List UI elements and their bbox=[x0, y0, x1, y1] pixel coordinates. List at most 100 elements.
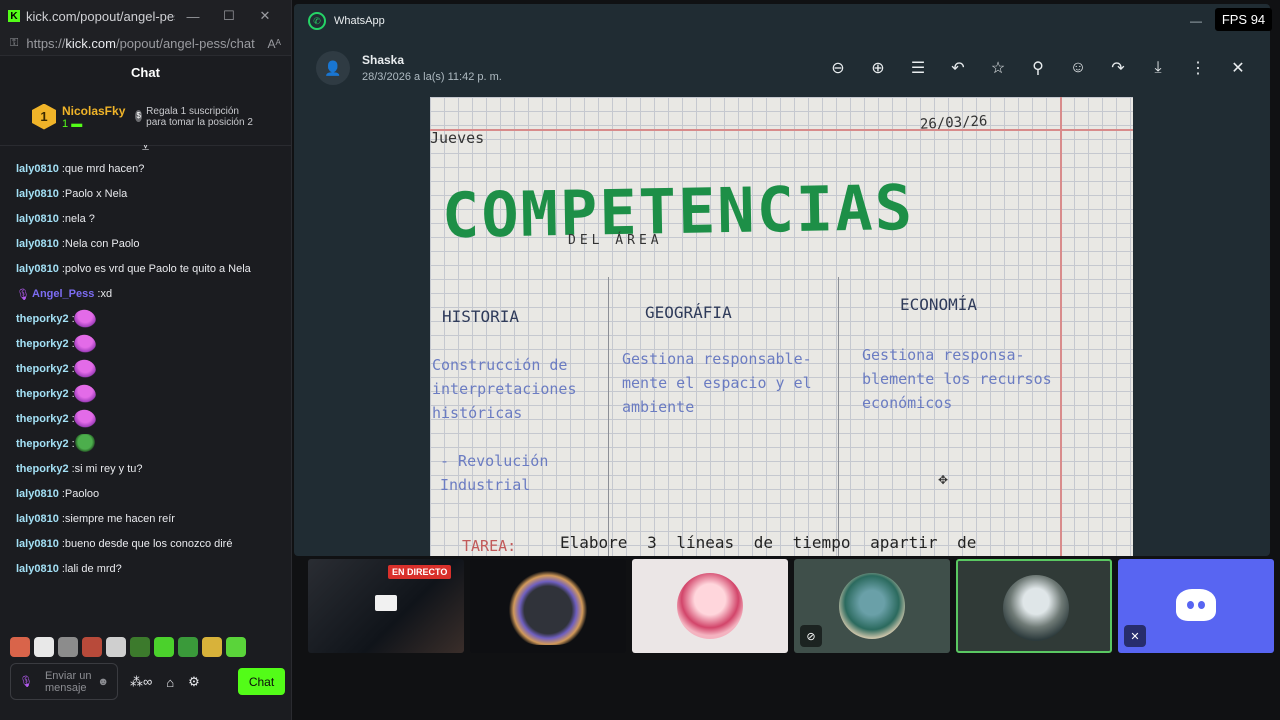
whatsapp-titlebar: ✆ WhatsApp — ☐ bbox=[294, 4, 1270, 38]
gift-icon: $ bbox=[135, 109, 143, 122]
participant-tile[interactable]: ✕ bbox=[1118, 559, 1274, 653]
settings-gear-icon[interactable]: ⚙ bbox=[188, 674, 200, 690]
emote-icon[interactable] bbox=[70, 379, 99, 408]
close-button[interactable]: ✕ bbox=[247, 8, 283, 24]
chat-username[interactable]: theporky2 bbox=[16, 463, 69, 475]
chat-message: theporky2: si mi rey y tu? bbox=[16, 462, 143, 475]
emote-icon[interactable] bbox=[154, 637, 174, 657]
chat-username[interactable]: laly0810 bbox=[16, 263, 59, 275]
chat-username[interactable]: theporky2 bbox=[16, 388, 69, 400]
chat-messages: laly0810: que mrd hacen? laly0810: Paolo… bbox=[0, 152, 291, 581]
zoom-in-icon[interactable]: ⊕ bbox=[864, 54, 892, 82]
chat-message: laly0810: siempre me hacen reír bbox=[16, 512, 175, 525]
participant-tile[interactable]: ⊘ bbox=[794, 559, 950, 653]
chat-username[interactable]: theporky2 bbox=[16, 338, 69, 350]
chat-username[interactable]: laly0810 bbox=[16, 563, 59, 575]
chat-username[interactable]: theporky2 bbox=[16, 313, 69, 325]
participant-tile[interactable] bbox=[632, 559, 788, 653]
kick-titlebar: K kick.com/popout/angel-pes… — ☐ ✕ bbox=[0, 0, 291, 32]
kicks-icon[interactable]: ⁂∞ bbox=[130, 674, 152, 690]
read-aloud-icon[interactable]: Aᴬ bbox=[268, 37, 281, 51]
emote-icon[interactable] bbox=[82, 637, 102, 657]
chat-username[interactable]: laly0810 bbox=[16, 188, 59, 200]
discord-logo-icon bbox=[1176, 589, 1216, 621]
url-text: https://kick.com/popout/angel-pess/chat bbox=[26, 36, 255, 51]
emote-icon[interactable] bbox=[70, 354, 99, 383]
chat-username[interactable]: laly0810 bbox=[16, 163, 59, 175]
react-emoji-icon[interactable]: ☺ bbox=[1064, 54, 1092, 82]
avatar bbox=[1003, 575, 1069, 641]
zoom-out-icon[interactable]: ⊖ bbox=[824, 54, 852, 82]
notebook-photo[interactable]: Jueves 26/03/26 COMPETENCIAS DEL ÁREA HI… bbox=[430, 97, 1133, 556]
chat-username[interactable]: Angel_Pess bbox=[32, 288, 94, 300]
store-icon[interactable]: ⌂ bbox=[166, 675, 174, 690]
emote-icon[interactable] bbox=[58, 637, 78, 657]
notebook-day: Jueves bbox=[430, 129, 485, 147]
mic-icon[interactable]: 🎙 bbox=[19, 676, 33, 688]
chat-username[interactable]: laly0810 bbox=[16, 488, 59, 500]
sender-name: Shaska bbox=[362, 53, 405, 67]
chat-text: polvo es vrd que Paolo te quito a Nela bbox=[64, 262, 251, 275]
emote-icon[interactable] bbox=[70, 304, 99, 333]
url-bar[interactable]: ⚿ https://kick.com/popout/angel-pess/cha… bbox=[0, 32, 291, 56]
chat-text: Nela con Paolo bbox=[64, 237, 140, 250]
close-icon[interactable]: ✕ bbox=[1224, 54, 1252, 82]
column-text: Construcción de interpretaciones históri… bbox=[432, 356, 577, 422]
chat-message: theporky2: bbox=[16, 354, 283, 383]
pepe-emote-icon[interactable] bbox=[178, 637, 198, 657]
desktop: K kick.com/popout/angel-pes… — ☐ ✕ ⚿ htt… bbox=[0, 0, 1280, 720]
send-chat-button[interactable]: Chat bbox=[238, 668, 285, 695]
avatar bbox=[507, 567, 589, 645]
download-icon[interactable]: ⤓ bbox=[1144, 54, 1172, 82]
emote-icon[interactable] bbox=[226, 637, 246, 657]
chat-username[interactable]: theporky2 bbox=[16, 438, 69, 450]
emote-icon[interactable] bbox=[130, 637, 150, 657]
reply-icon[interactable]: ↶ bbox=[944, 54, 972, 82]
participant-tile-speaking[interactable] bbox=[956, 559, 1112, 653]
emote-icon[interactable] bbox=[70, 329, 99, 358]
leader-username[interactable]: NicolasFky bbox=[62, 104, 125, 118]
emote-icon[interactable] bbox=[202, 637, 222, 657]
chat-text: lali de mrd? bbox=[64, 562, 122, 575]
chat-message: theporky2: bbox=[16, 431, 283, 456]
chat-username[interactable]: theporky2 bbox=[16, 363, 69, 375]
star-icon[interactable]: ☆ bbox=[984, 54, 1012, 82]
pin-icon[interactable]: ⚲ bbox=[1024, 54, 1052, 82]
chat-username[interactable]: laly0810 bbox=[16, 538, 59, 550]
avatar[interactable]: 👤 bbox=[316, 51, 350, 85]
site-info-icon[interactable]: ⚿ bbox=[10, 37, 18, 50]
chat-text: siempre me hacen reír bbox=[64, 512, 175, 525]
gift-prompt-text: Regala 1 suscripción para tomar la posic… bbox=[146, 105, 253, 128]
live-badge: EN DIRECTO bbox=[388, 565, 452, 579]
maximize-button[interactable]: ☐ bbox=[211, 8, 247, 24]
emote-icon[interactable] bbox=[106, 637, 126, 657]
minimize-button[interactable]: — bbox=[1176, 14, 1216, 28]
collapse-chevron-icon[interactable]: ⩡ bbox=[0, 140, 291, 155]
chat-message-input[interactable]: 🎙 Enviar un mensaje ☻ bbox=[10, 663, 118, 700]
column-heading: HISTORIA bbox=[442, 307, 520, 326]
chat-message: laly0810: Paoloo bbox=[16, 487, 100, 500]
emote-icon[interactable] bbox=[34, 637, 54, 657]
emoji-icon[interactable]: ☻ bbox=[97, 676, 109, 688]
column-heading: ECONOMÍA bbox=[900, 295, 978, 314]
chat-text: Paoloo bbox=[64, 487, 100, 500]
chat-username[interactable]: theporky2 bbox=[16, 413, 69, 425]
emote-icon[interactable] bbox=[10, 637, 30, 657]
media-viewer-header: 👤 Shaska 28/3/2026 a la(s) 11:42 p. m. ⊖… bbox=[294, 42, 1270, 94]
rank-badge: 1 bbox=[32, 103, 56, 130]
chat-username[interactable]: laly0810 bbox=[16, 513, 59, 525]
pepe-emote-icon[interactable] bbox=[74, 433, 95, 454]
chat-username[interactable]: laly0810 bbox=[16, 238, 59, 250]
whatsapp-title: WhatsApp bbox=[334, 15, 385, 27]
participant-tile[interactable] bbox=[470, 559, 626, 653]
emote-icon[interactable] bbox=[70, 404, 99, 433]
go-to-message-icon[interactable]: ☰ bbox=[904, 54, 932, 82]
stream-tile[interactable]: EN DIRECTO bbox=[308, 559, 464, 653]
move-cursor-icon: ✥ bbox=[938, 473, 949, 487]
more-options-icon[interactable]: ⋮ bbox=[1184, 54, 1212, 82]
forward-icon[interactable]: ↷ bbox=[1104, 54, 1132, 82]
gift-prompt[interactable]: $ Regala 1 suscripción para tomar la pos… bbox=[135, 106, 260, 128]
notebook-title: COMPETENCIAS bbox=[441, 170, 915, 253]
chat-username[interactable]: laly0810 bbox=[16, 213, 59, 225]
minimize-button[interactable]: — bbox=[175, 9, 211, 24]
